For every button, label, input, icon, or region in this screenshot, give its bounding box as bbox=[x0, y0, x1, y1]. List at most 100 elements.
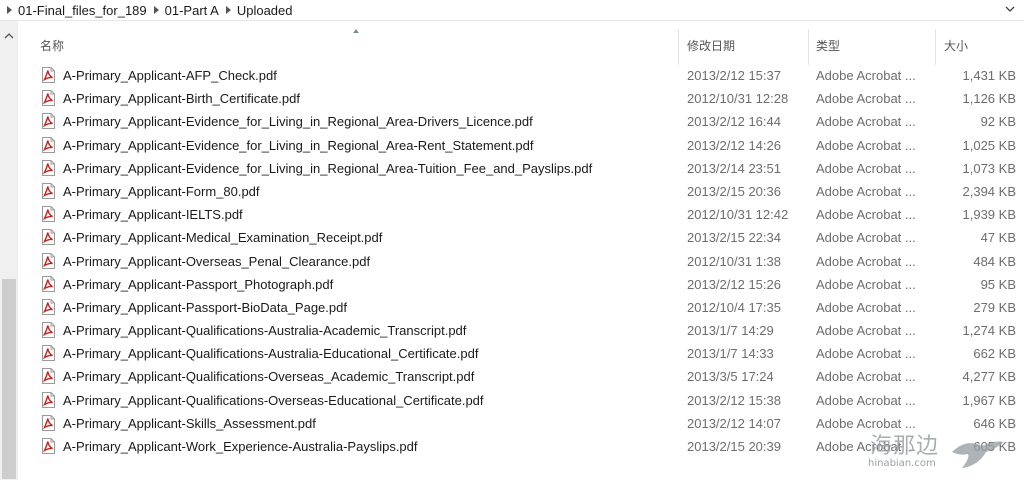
column-divider[interactable] bbox=[808, 29, 809, 65]
file-row[interactable]: A-Primary_Applicant-IELTS.pdf 2012/10/31 … bbox=[18, 203, 1024, 226]
file-size: 95 KB bbox=[980, 276, 1016, 292]
file-name[interactable]: A-Primary_Applicant-Skills_Assessment.pd… bbox=[63, 416, 316, 431]
file-row[interactable]: A-Primary_Applicant-Medical_Examination_… bbox=[18, 226, 1024, 249]
breadcrumb-label[interactable]: Uploaded bbox=[237, 3, 293, 18]
file-list: A-Primary_Applicant-AFP_Check.pdf 2013/2/… bbox=[18, 64, 1024, 458]
column-divider[interactable] bbox=[678, 29, 679, 65]
chevron-up-icon bbox=[4, 32, 14, 38]
file-size: 1,025 KB bbox=[962, 137, 1017, 153]
pdf-file-icon bbox=[41, 275, 56, 292]
file-modified-date: 2013/1/7 14:29 bbox=[687, 323, 774, 339]
file-modified-date: 2013/2/14 23:51 bbox=[687, 160, 781, 176]
breadcrumb-item-uploaded[interactable]: Uploaded bbox=[219, 3, 293, 18]
file-row[interactable]: A-Primary_Applicant-Birth_Certificate.pd… bbox=[18, 87, 1024, 110]
file-name[interactable]: A-Primary_Applicant-Birth_Certificate.pd… bbox=[63, 91, 300, 106]
file-name[interactable]: A-Primary_Applicant-Evidence_for_Living_… bbox=[63, 161, 592, 176]
file-modified-date: 2012/10/31 1:38 bbox=[687, 253, 781, 269]
file-row[interactable]: A-Primary_Applicant-Overseas_Penal_Clear… bbox=[18, 250, 1024, 273]
file-size: 484 KB bbox=[973, 253, 1016, 269]
file-type: Adobe Acrobat ... bbox=[816, 68, 916, 83]
chevron-right-icon[interactable] bbox=[225, 6, 231, 14]
file-name[interactable]: A-Primary_Applicant-Evidence_for_Living_… bbox=[63, 138, 533, 153]
column-header-date[interactable]: 修改日期 bbox=[687, 37, 735, 54]
scrollbar-thumb[interactable] bbox=[2, 279, 16, 479]
column-header-name[interactable]: 名称 bbox=[40, 37, 64, 54]
watermark-text: 海那边 bbox=[870, 434, 940, 459]
file-size: 1,126 KB bbox=[962, 91, 1017, 107]
pdf-file-icon bbox=[41, 206, 56, 223]
pdf-file-icon bbox=[41, 414, 56, 431]
file-name[interactable]: A-Primary_Applicant-AFP_Check.pdf bbox=[63, 68, 277, 83]
file-name[interactable]: A-Primary_Applicant-Passport-BioData_Pag… bbox=[63, 300, 347, 315]
bird-logo-icon bbox=[952, 441, 1004, 468]
file-row[interactable]: A-Primary_Applicant-AFP_Check.pdf 2013/2/… bbox=[18, 64, 1024, 87]
file-size: 92 KB bbox=[980, 114, 1016, 130]
file-modified-date: 2013/2/12 15:37 bbox=[687, 68, 781, 83]
chevron-right-icon[interactable] bbox=[7, 6, 12, 14]
file-name[interactable]: A-Primary_Applicant-Overseas_Penal_Clear… bbox=[63, 254, 370, 269]
file-row[interactable]: A-Primary_Applicant-Evidence_for_Living_… bbox=[18, 110, 1024, 133]
pdf-file-icon bbox=[41, 322, 56, 339]
column-header-row: 名称 修改日期 类型 大小 bbox=[18, 21, 1024, 65]
file-size: 662 KB bbox=[973, 346, 1016, 362]
file-type: Adobe Acrobat ... bbox=[816, 207, 916, 223]
breadcrumb-label[interactable]: 01-Final_files_for_189 bbox=[18, 3, 147, 18]
file-row[interactable]: A-Primary_Applicant-Qualifications-Overs… bbox=[18, 365, 1024, 388]
file-row[interactable]: A-Primary_Applicant-Evidence_for_Living_… bbox=[18, 134, 1024, 157]
breadcrumb-label[interactable]: 01-Part A bbox=[165, 3, 219, 18]
file-type: Adobe Acrobat ... bbox=[816, 137, 916, 153]
chevron-right-icon[interactable] bbox=[153, 6, 159, 14]
file-size: 1,073 KB bbox=[962, 160, 1017, 176]
file-size: 1,939 KB bbox=[962, 207, 1017, 223]
file-name[interactable]: A-Primary_Applicant-Work_Experience-Aust… bbox=[63, 439, 418, 454]
file-name[interactable]: A-Primary_Applicant-Qualifications-Austr… bbox=[63, 323, 466, 338]
address-dropdown-button[interactable] bbox=[1004, 3, 1016, 15]
breadcrumb-item-part-a[interactable]: 01-Part A bbox=[147, 3, 219, 18]
navigation-pane-scrollbar[interactable] bbox=[0, 21, 18, 480]
file-name[interactable]: A-Primary_Applicant-Form_80.pdf bbox=[63, 184, 260, 199]
file-modified-date: 2013/2/12 15:26 bbox=[687, 276, 781, 292]
watermark-logo: 海那边 hinabian.com bbox=[860, 428, 1020, 478]
file-size: 1,967 KB bbox=[962, 392, 1017, 408]
breadcrumb-item-final-files[interactable]: 01-Final_files_for_189 bbox=[0, 3, 147, 18]
file-name[interactable]: A-Primary_Applicant-Qualifications-Overs… bbox=[63, 393, 484, 408]
file-row[interactable]: A-Primary_Applicant-Passport-BioData_Pag… bbox=[18, 296, 1024, 319]
file-type: Adobe Acrobat ... bbox=[816, 160, 916, 176]
sort-ascending-icon bbox=[353, 29, 359, 33]
file-modified-date: 2013/2/12 14:07 bbox=[687, 415, 781, 431]
file-type: Adobe Acrobat ... bbox=[816, 114, 916, 130]
file-name[interactable]: A-Primary_Applicant-IELTS.pdf bbox=[63, 207, 243, 222]
column-header-type[interactable]: 类型 bbox=[816, 37, 840, 54]
file-row[interactable]: A-Primary_Applicant-Qualifications-Austr… bbox=[18, 342, 1024, 365]
file-name[interactable]: A-Primary_Applicant-Medical_Examination_… bbox=[63, 230, 382, 245]
address-bar[interactable]: 01-Final_files_for_189 01-Part A Uploade… bbox=[0, 0, 1024, 21]
file-name[interactable]: A-Primary_Applicant-Passport_Photograph.… bbox=[63, 277, 333, 292]
file-modified-date: 2013/2/12 16:44 bbox=[687, 114, 781, 130]
file-name[interactable]: A-Primary_Applicant-Qualifications-Austr… bbox=[63, 346, 478, 361]
pdf-file-icon bbox=[41, 159, 56, 176]
file-size: 1,274 KB bbox=[962, 323, 1017, 339]
file-name[interactable]: A-Primary_Applicant-Evidence_for_Living_… bbox=[63, 114, 533, 129]
pdf-file-icon bbox=[41, 113, 56, 130]
file-modified-date: 2013/1/7 14:33 bbox=[687, 346, 774, 362]
column-divider[interactable] bbox=[935, 29, 936, 65]
file-row[interactable]: A-Primary_Applicant-Qualifications-Overs… bbox=[18, 389, 1024, 412]
chevron-down-icon bbox=[1005, 6, 1015, 12]
column-header-size[interactable]: 大小 bbox=[944, 37, 968, 54]
file-type: Adobe Acrobat ... bbox=[816, 369, 916, 385]
file-row[interactable]: A-Primary_Applicant-Qualifications-Austr… bbox=[18, 319, 1024, 342]
file-type: Adobe Acrobat ... bbox=[816, 392, 916, 408]
watermark-url: hinabian.com bbox=[868, 458, 936, 469]
file-name[interactable]: A-Primary_Applicant-Qualifications-Overs… bbox=[63, 369, 474, 384]
scroll-up-button[interactable] bbox=[3, 29, 15, 41]
file-row[interactable]: A-Primary_Applicant-Form_80.pdf 2013/2/15… bbox=[18, 180, 1024, 203]
file-size: 279 KB bbox=[973, 299, 1016, 315]
pdf-file-icon bbox=[41, 438, 56, 454]
file-modified-date: 2012/10/4 17:35 bbox=[687, 299, 781, 315]
file-row[interactable]: A-Primary_Applicant-Evidence_for_Living_… bbox=[18, 157, 1024, 180]
file-modified-date: 2013/3/5 17:24 bbox=[687, 369, 774, 385]
file-type: Adobe Acrobat ... bbox=[816, 346, 916, 362]
file-modified-date: 2013/2/12 14:26 bbox=[687, 137, 781, 153]
file-type: Adobe Acrobat ... bbox=[816, 253, 916, 269]
file-row[interactable]: A-Primary_Applicant-Passport_Photograph.… bbox=[18, 273, 1024, 296]
